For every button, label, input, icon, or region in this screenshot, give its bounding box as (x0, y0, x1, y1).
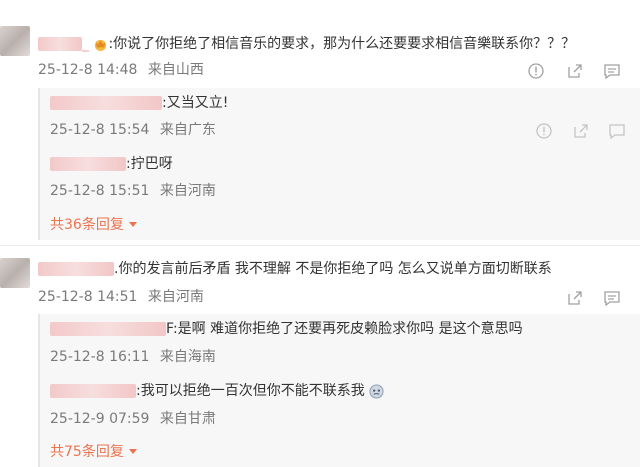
badge-icon (93, 37, 108, 52)
reply-location: 来自海南 (159, 349, 216, 365)
comment-meta: 25-12-8 14:48 来自山西 (38, 61, 204, 79)
reply-meta: 25-12-9 07:59 来自甘肃 (50, 410, 216, 428)
reply-text: :又当又立! (50, 94, 228, 112)
divider (0, 245, 640, 246)
comment-text: _ :你说了你拒绝了相信音乐的要求，那为什么还要要求相信音樂联系你？？？ (38, 35, 575, 53)
avatar[interactable] (0, 258, 30, 288)
chevron-down-icon (128, 443, 138, 461)
comment-icon[interactable] (603, 289, 621, 307)
comment-location: 来自山西 (147, 62, 204, 78)
comment-location: 来自河南 (147, 289, 204, 305)
comment-date: 25-12-8 14:48 (38, 62, 138, 78)
reply-date: 25-12-9 07:59 (50, 411, 150, 427)
report-icon[interactable] (527, 62, 545, 80)
share-icon[interactable] (566, 289, 584, 307)
reply-location: 来自河南 (159, 183, 216, 199)
comment-icon[interactable] (608, 122, 626, 140)
reply-text: F:是啊 难道你拒绝了还要再死皮赖脸求你吗 是这个意思吗 (50, 320, 523, 338)
reply-meta: 25-12-8 15:54 来自广东 (50, 121, 216, 139)
more-replies-link[interactable]: 共36条回复 (50, 216, 138, 234)
username-blurred[interactable] (38, 37, 82, 51)
more-replies-link[interactable]: 共75条回复 (50, 443, 138, 461)
comment-date: 25-12-8 14:51 (38, 289, 138, 305)
reply-meta: 25-12-8 15:51 来自河南 (50, 182, 216, 200)
crying-emoji-icon (369, 383, 384, 399)
reply-location: 来自广东 (159, 122, 216, 138)
username-blurred[interactable] (50, 322, 166, 336)
share-icon[interactable] (572, 122, 590, 140)
username-blurred[interactable] (50, 384, 136, 398)
reply-text: :拧巴呀 (50, 155, 173, 173)
reply-text: :我可以拒绝一百次但你不能不联系我 (50, 382, 384, 400)
comment-icon[interactable] (603, 62, 621, 80)
share-icon[interactable] (566, 62, 584, 80)
username-blurred[interactable] (38, 262, 114, 276)
reply-location: 来自甘肃 (159, 411, 216, 427)
reply-date: 25-12-8 15:54 (50, 122, 150, 138)
comment-meta: 25-12-8 14:51 来自河南 (38, 288, 204, 306)
chevron-down-icon (128, 216, 138, 234)
reply-meta: 25-12-8 16:11 来自海南 (50, 348, 216, 366)
report-icon[interactable] (535, 122, 553, 140)
username-blurred[interactable] (50, 96, 162, 110)
reply-date: 25-12-8 15:51 (50, 183, 150, 199)
avatar[interactable] (0, 26, 30, 56)
reply-date: 25-12-8 16:11 (50, 349, 150, 365)
username-blurred[interactable] (50, 157, 126, 171)
comment-text: .你的发言前后矛盾 我不理解 不是你拒绝了吗 怎么又说单方面切断联系 (38, 260, 552, 278)
